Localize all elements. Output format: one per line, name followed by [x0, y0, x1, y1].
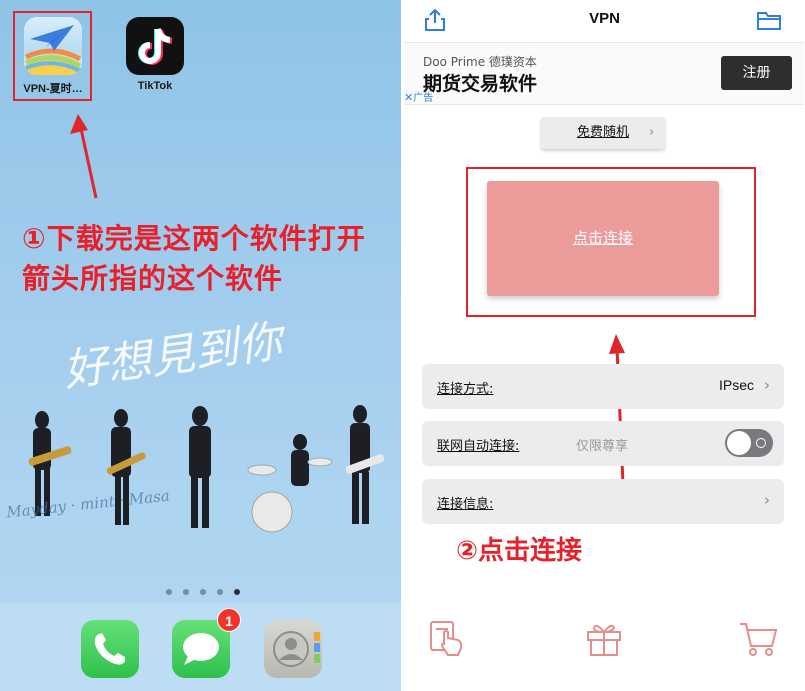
step1-instruction: ①下载完是这两个软件打开箭头所指的这个软件: [22, 222, 366, 295]
page-dot: [183, 589, 189, 595]
ad-tag-label: 广告: [413, 93, 434, 104]
connect-button[interactable]: 点击连接: [487, 181, 719, 296]
vpn-app-screen: VPN Doo Prime 德璞资本 期货交易软件 注册 ✕广告 免费随机 › …: [404, 0, 805, 691]
wallpaper-handwriting: 好想見到你: [60, 315, 286, 398]
toggle-knob: [727, 431, 751, 455]
nav-title: VPN: [589, 10, 620, 27]
connection-info-label: 连接信息:: [437, 497, 494, 512]
wallpaper-band-photo: [28, 405, 385, 533]
home-screen: 好想見到你 Mayday · mint · Masa VPN-夏时… TikTo…: [0, 0, 401, 691]
auto-connect-toggle[interactable]: [725, 429, 773, 457]
chevron-right-icon: ›: [649, 125, 655, 140]
contacts-icon[interactable]: [264, 620, 322, 678]
cart-icon[interactable]: [738, 618, 780, 658]
premium-only-label: 仅限尊享: [576, 439, 629, 454]
auto-connect-label: 联网自动连接:: [437, 439, 520, 454]
hand-card-icon[interactable]: [428, 618, 468, 658]
messages-badge: 1: [217, 608, 241, 632]
phone-icon[interactable]: [81, 620, 139, 678]
auto-connect-row: 联网自动连接: 仅限尊享: [422, 421, 784, 466]
page-dot: [217, 589, 223, 595]
tiktok-app-label: TikTok: [137, 80, 173, 92]
tiktok-app-icon-button[interactable]: TikTok: [120, 17, 190, 92]
vpn-app-highlight-box: [13, 11, 92, 101]
arrow-up-annotation-icon: [70, 114, 98, 199]
page-dot: [166, 589, 172, 595]
folder-icon[interactable]: [756, 9, 782, 31]
free-random-label: 免费随机: [577, 125, 630, 140]
connection-method-value: IPsec: [718, 377, 754, 393]
chevron-right-icon: ›: [764, 376, 770, 394]
chevron-right-icon: ›: [764, 491, 770, 509]
nav-bar: VPN: [404, 0, 805, 40]
connection-method-label: 连接方式:: [437, 382, 494, 397]
ad-brand: Doo Prime 德璞资本: [423, 55, 537, 69]
page-dot: [200, 589, 206, 595]
ad-close-icon[interactable]: ✕: [404, 91, 413, 104]
connection-info-row[interactable]: 连接信息: ›: [422, 479, 784, 524]
page-dot-active: [234, 589, 240, 595]
page-indicator: [166, 580, 251, 599]
connect-button-label: 点击连接: [572, 229, 633, 247]
gift-icon[interactable]: [584, 618, 624, 658]
ad-banner[interactable]: Doo Prime 德璞资本 期货交易软件 注册 ✕广告: [404, 42, 804, 105]
dock: [0, 603, 401, 691]
toggle-off-indicator-icon: [756, 438, 766, 448]
connection-method-row[interactable]: 连接方式: IPsec ›: [422, 364, 784, 409]
ad-register-button[interactable]: 注册: [721, 56, 792, 90]
ad-tag: ✕广告: [404, 89, 433, 104]
free-random-button[interactable]: 免费随机 ›: [541, 117, 665, 149]
step2-instruction: ②点击连接: [456, 536, 583, 566]
ad-title: 期货交易软件: [423, 73, 538, 95]
tiktok-note-icon: [126, 17, 184, 75]
